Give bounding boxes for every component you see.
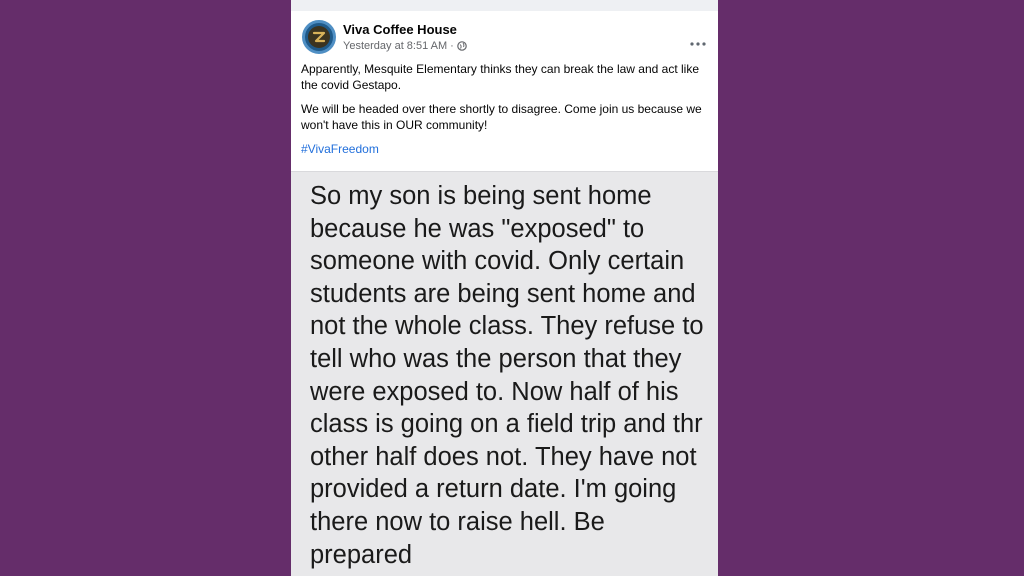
more-options-icon (690, 42, 706, 46)
feed-divider (291, 0, 718, 11)
post-timestamp[interactable]: Yesterday at 8:51 AM (343, 40, 447, 52)
globe-icon (457, 41, 467, 51)
post-meta: Yesterday at 8:51 AM · (343, 40, 467, 52)
facebook-post: Viva Coffee House Yesterday at 8:51 AM · (291, 0, 718, 576)
post-paragraph-2: We will be headed over there shortly to … (301, 102, 702, 132)
meta-separator: · (450, 40, 454, 52)
page-avatar[interactable] (302, 20, 336, 54)
post-header: Viva Coffee House Yesterday at 8:51 AM · (291, 11, 718, 61)
screenshot-text: So my son is being sent home because he … (310, 182, 704, 576)
more-options-button[interactable] (688, 37, 708, 51)
logo-icon (308, 26, 330, 48)
hashtag-link[interactable]: #VivaFreedom (301, 141, 379, 157)
page-name[interactable]: Viva Coffee House (343, 22, 457, 37)
post-paragraph-1: Apparently, Mesquite Elementary thinks t… (301, 62, 699, 92)
stage: Viva Coffee House Yesterday at 8:51 AM · (0, 0, 1024, 576)
post-text: Apparently, Mesquite Elementary thinks t… (291, 61, 718, 157)
post-image[interactable]: So my son is being sent home because he … (291, 171, 718, 576)
